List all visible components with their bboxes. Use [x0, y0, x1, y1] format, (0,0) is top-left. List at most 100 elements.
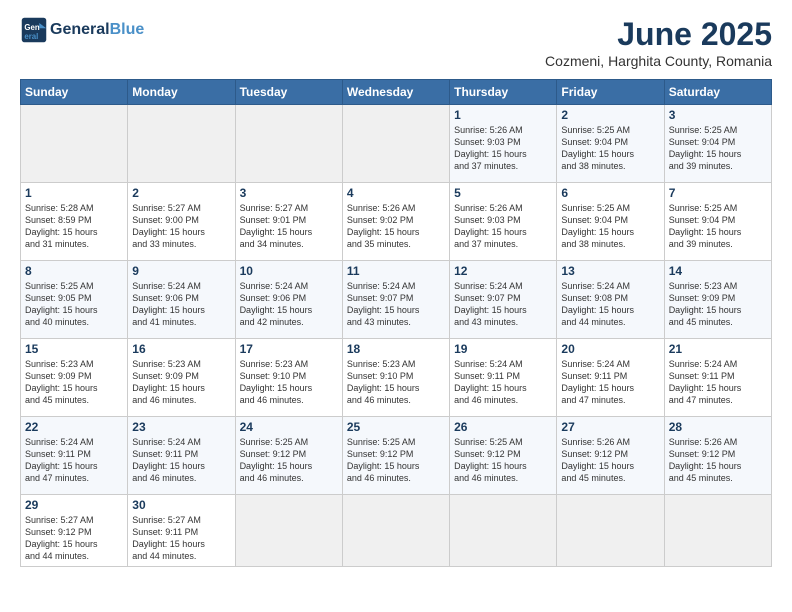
day-info: Sunrise: 5:23 AMSunset: 9:09 PMDaylight:… — [25, 358, 123, 407]
calendar-week-row: 1Sunrise: 5:26 AMSunset: 9:03 PMDaylight… — [21, 105, 772, 183]
calendar-cell: 2 Sunrise: 5:25 AMSunset: 9:04 PMDaylight… — [557, 105, 664, 183]
calendar-cell: 1Sunrise: 5:26 AMSunset: 9:03 PMDaylight… — [450, 105, 557, 183]
calendar-cell: 1 Sunrise: 5:28 AMSunset: 8:59 PMDaylight… — [21, 183, 128, 261]
calendar-cell: 24Sunrise: 5:25 AMSunset: 9:12 PMDayligh… — [235, 417, 342, 495]
calendar-week-row: 8Sunrise: 5:25 AMSunset: 9:05 PMDaylight… — [21, 261, 772, 339]
day-number: 22 — [25, 420, 123, 434]
calendar-cell: 3Sunrise: 5:25 AMSunset: 9:04 PMDaylight… — [664, 105, 771, 183]
calendar-week-row: 29 Sunrise: 5:27 AMSunset: 9:12 PMDayligh… — [21, 495, 772, 567]
day-info: Sunrise: 5:25 AMSunset: 9:05 PMDaylight:… — [25, 280, 123, 329]
calendar-cell: 14Sunrise: 5:23 AMSunset: 9:09 PMDayligh… — [664, 261, 771, 339]
day-info: Sunrise: 5:25 AMSunset: 9:04 PMDaylight:… — [561, 202, 659, 251]
day-info: Sunrise: 5:24 AMSunset: 9:08 PMDaylight:… — [561, 280, 659, 329]
day-number: 2 — [561, 108, 659, 122]
day-info: Sunrise: 5:26 AMSunset: 9:12 PMDaylight:… — [669, 436, 767, 485]
calendar-cell — [342, 105, 449, 183]
calendar-week-row: 1 Sunrise: 5:28 AMSunset: 8:59 PMDaylight… — [21, 183, 772, 261]
day-info: Sunrise: 5:27 AMSunset: 9:11 PMDaylight:… — [132, 514, 230, 563]
month-title: June 2025 — [545, 16, 772, 53]
day-number: 29 — [25, 498, 123, 512]
day-info: Sunrise: 5:25 AMSunset: 9:12 PMDaylight:… — [347, 436, 445, 485]
calendar-week-row: 22 Sunrise: 5:24 AMSunset: 9:11 PMDayligh… — [21, 417, 772, 495]
calendar-cell: 22 Sunrise: 5:24 AMSunset: 9:11 PMDayligh… — [21, 417, 128, 495]
calendar-week-row: 15 Sunrise: 5:23 AMSunset: 9:09 PMDayligh… — [21, 339, 772, 417]
day-number: 1 — [25, 186, 123, 200]
day-number: 25 — [347, 420, 445, 434]
weekday-header-friday: Friday — [557, 80, 664, 105]
day-info: Sunrise: 5:27 AMSunset: 9:01 PMDaylight:… — [240, 202, 338, 251]
calendar-cell — [557, 495, 664, 567]
calendar-cell: 23 Sunrise: 5:24 AMSunset: 9:11 PMDayligh… — [128, 417, 235, 495]
header: Gen eral GeneralBlue June 2025 Cozmeni, … — [20, 16, 772, 69]
weekday-header-wednesday: Wednesday — [342, 80, 449, 105]
title-area: June 2025 Cozmeni, Harghita County, Roma… — [545, 16, 772, 69]
calendar-cell — [128, 105, 235, 183]
calendar-cell — [664, 495, 771, 567]
day-number: 27 — [561, 420, 659, 434]
day-number: 28 — [669, 420, 767, 434]
day-number: 26 — [454, 420, 552, 434]
day-number: 7 — [669, 186, 767, 200]
day-number: 23 — [132, 420, 230, 434]
weekday-header-row: SundayMondayTuesdayWednesdayThursdayFrid… — [21, 80, 772, 105]
day-number: 15 — [25, 342, 123, 356]
calendar-cell: 28 Sunrise: 5:26 AMSunset: 9:12 PMDayligh… — [664, 417, 771, 495]
calendar-cell: 21 Sunrise: 5:24 AMSunset: 9:11 PMDayligh… — [664, 339, 771, 417]
calendar-table: SundayMondayTuesdayWednesdayThursdayFrid… — [20, 79, 772, 567]
day-number: 5 — [454, 186, 552, 200]
page-container: Gen eral GeneralBlue June 2025 Cozmeni, … — [0, 0, 792, 577]
day-number: 19 — [454, 342, 552, 356]
day-info: Sunrise: 5:23 AMSunset: 9:10 PMDaylight:… — [240, 358, 338, 407]
calendar-cell: 30 Sunrise: 5:27 AMSunset: 9:11 PMDayligh… — [128, 495, 235, 567]
day-number: 17 — [240, 342, 338, 356]
day-info: Sunrise: 5:26 AMSunset: 9:03 PMDaylight:… — [454, 124, 552, 173]
day-info: Sunrise: 5:24 AMSunset: 9:11 PMDaylight:… — [454, 358, 552, 407]
logo-icon: Gen eral — [20, 16, 48, 44]
calendar-cell: 10Sunrise: 5:24 AMSunset: 9:06 PMDayligh… — [235, 261, 342, 339]
day-info: Sunrise: 5:23 AMSunset: 9:09 PMDaylight:… — [669, 280, 767, 329]
calendar-cell — [235, 105, 342, 183]
day-info: Sunrise: 5:23 AMSunset: 9:10 PMDaylight:… — [347, 358, 445, 407]
calendar-cell — [450, 495, 557, 567]
calendar-cell: 18 Sunrise: 5:23 AMSunset: 9:10 PMDayligh… — [342, 339, 449, 417]
day-info: Sunrise: 5:24 AMSunset: 9:06 PMDaylight:… — [132, 280, 230, 329]
day-info: Sunrise: 5:26 AMSunset: 9:12 PMDaylight:… — [561, 436, 659, 485]
day-number: 11 — [347, 264, 445, 278]
day-number: 10 — [240, 264, 338, 278]
day-info: Sunrise: 5:25 AMSunset: 9:04 PMDaylight:… — [561, 124, 659, 173]
day-info: Sunrise: 5:28 AMSunset: 8:59 PMDaylight:… — [25, 202, 123, 251]
day-info: Sunrise: 5:25 AMSunset: 9:04 PMDaylight:… — [669, 124, 767, 173]
day-number: 9 — [132, 264, 230, 278]
day-number: 3 — [240, 186, 338, 200]
svg-text:eral: eral — [24, 32, 38, 41]
day-info: Sunrise: 5:26 AMSunset: 9:03 PMDaylight:… — [454, 202, 552, 251]
day-number: 30 — [132, 498, 230, 512]
day-number: 6 — [561, 186, 659, 200]
calendar-cell: 8Sunrise: 5:25 AMSunset: 9:05 PMDaylight… — [21, 261, 128, 339]
day-number: 21 — [669, 342, 767, 356]
day-number: 18 — [347, 342, 445, 356]
svg-text:Gen: Gen — [24, 23, 39, 32]
calendar-cell: 12Sunrise: 5:24 AMSunset: 9:07 PMDayligh… — [450, 261, 557, 339]
calendar-cell — [235, 495, 342, 567]
calendar-cell: 5 Sunrise: 5:26 AMSunset: 9:03 PMDaylight… — [450, 183, 557, 261]
logo-text: GeneralBlue — [50, 21, 144, 39]
calendar-cell: 26 Sunrise: 5:25 AMSunset: 9:12 PMDayligh… — [450, 417, 557, 495]
logo: Gen eral GeneralBlue — [20, 16, 144, 44]
day-info: Sunrise: 5:23 AMSunset: 9:09 PMDaylight:… — [132, 358, 230, 407]
calendar-cell: 6 Sunrise: 5:25 AMSunset: 9:04 PMDaylight… — [557, 183, 664, 261]
day-info: Sunrise: 5:27 AMSunset: 9:12 PMDaylight:… — [25, 514, 123, 563]
day-info: Sunrise: 5:24 AMSunset: 9:11 PMDaylight:… — [132, 436, 230, 485]
day-info: Sunrise: 5:25 AMSunset: 9:12 PMDaylight:… — [454, 436, 552, 485]
calendar-cell — [21, 105, 128, 183]
calendar-cell: 3 Sunrise: 5:27 AMSunset: 9:01 PMDaylight… — [235, 183, 342, 261]
calendar-cell — [342, 495, 449, 567]
day-info: Sunrise: 5:24 AMSunset: 9:11 PMDaylight:… — [669, 358, 767, 407]
day-info: Sunrise: 5:25 AMSunset: 9:04 PMDaylight:… — [669, 202, 767, 251]
day-info: Sunrise: 5:24 AMSunset: 9:11 PMDaylight:… — [25, 436, 123, 485]
calendar-cell: 27 Sunrise: 5:26 AMSunset: 9:12 PMDayligh… — [557, 417, 664, 495]
day-info: Sunrise: 5:24 AMSunset: 9:07 PMDaylight:… — [347, 280, 445, 329]
weekday-header-thursday: Thursday — [450, 80, 557, 105]
calendar-cell: 29 Sunrise: 5:27 AMSunset: 9:12 PMDayligh… — [21, 495, 128, 567]
day-info: Sunrise: 5:27 AMSunset: 9:00 PMDaylight:… — [132, 202, 230, 251]
